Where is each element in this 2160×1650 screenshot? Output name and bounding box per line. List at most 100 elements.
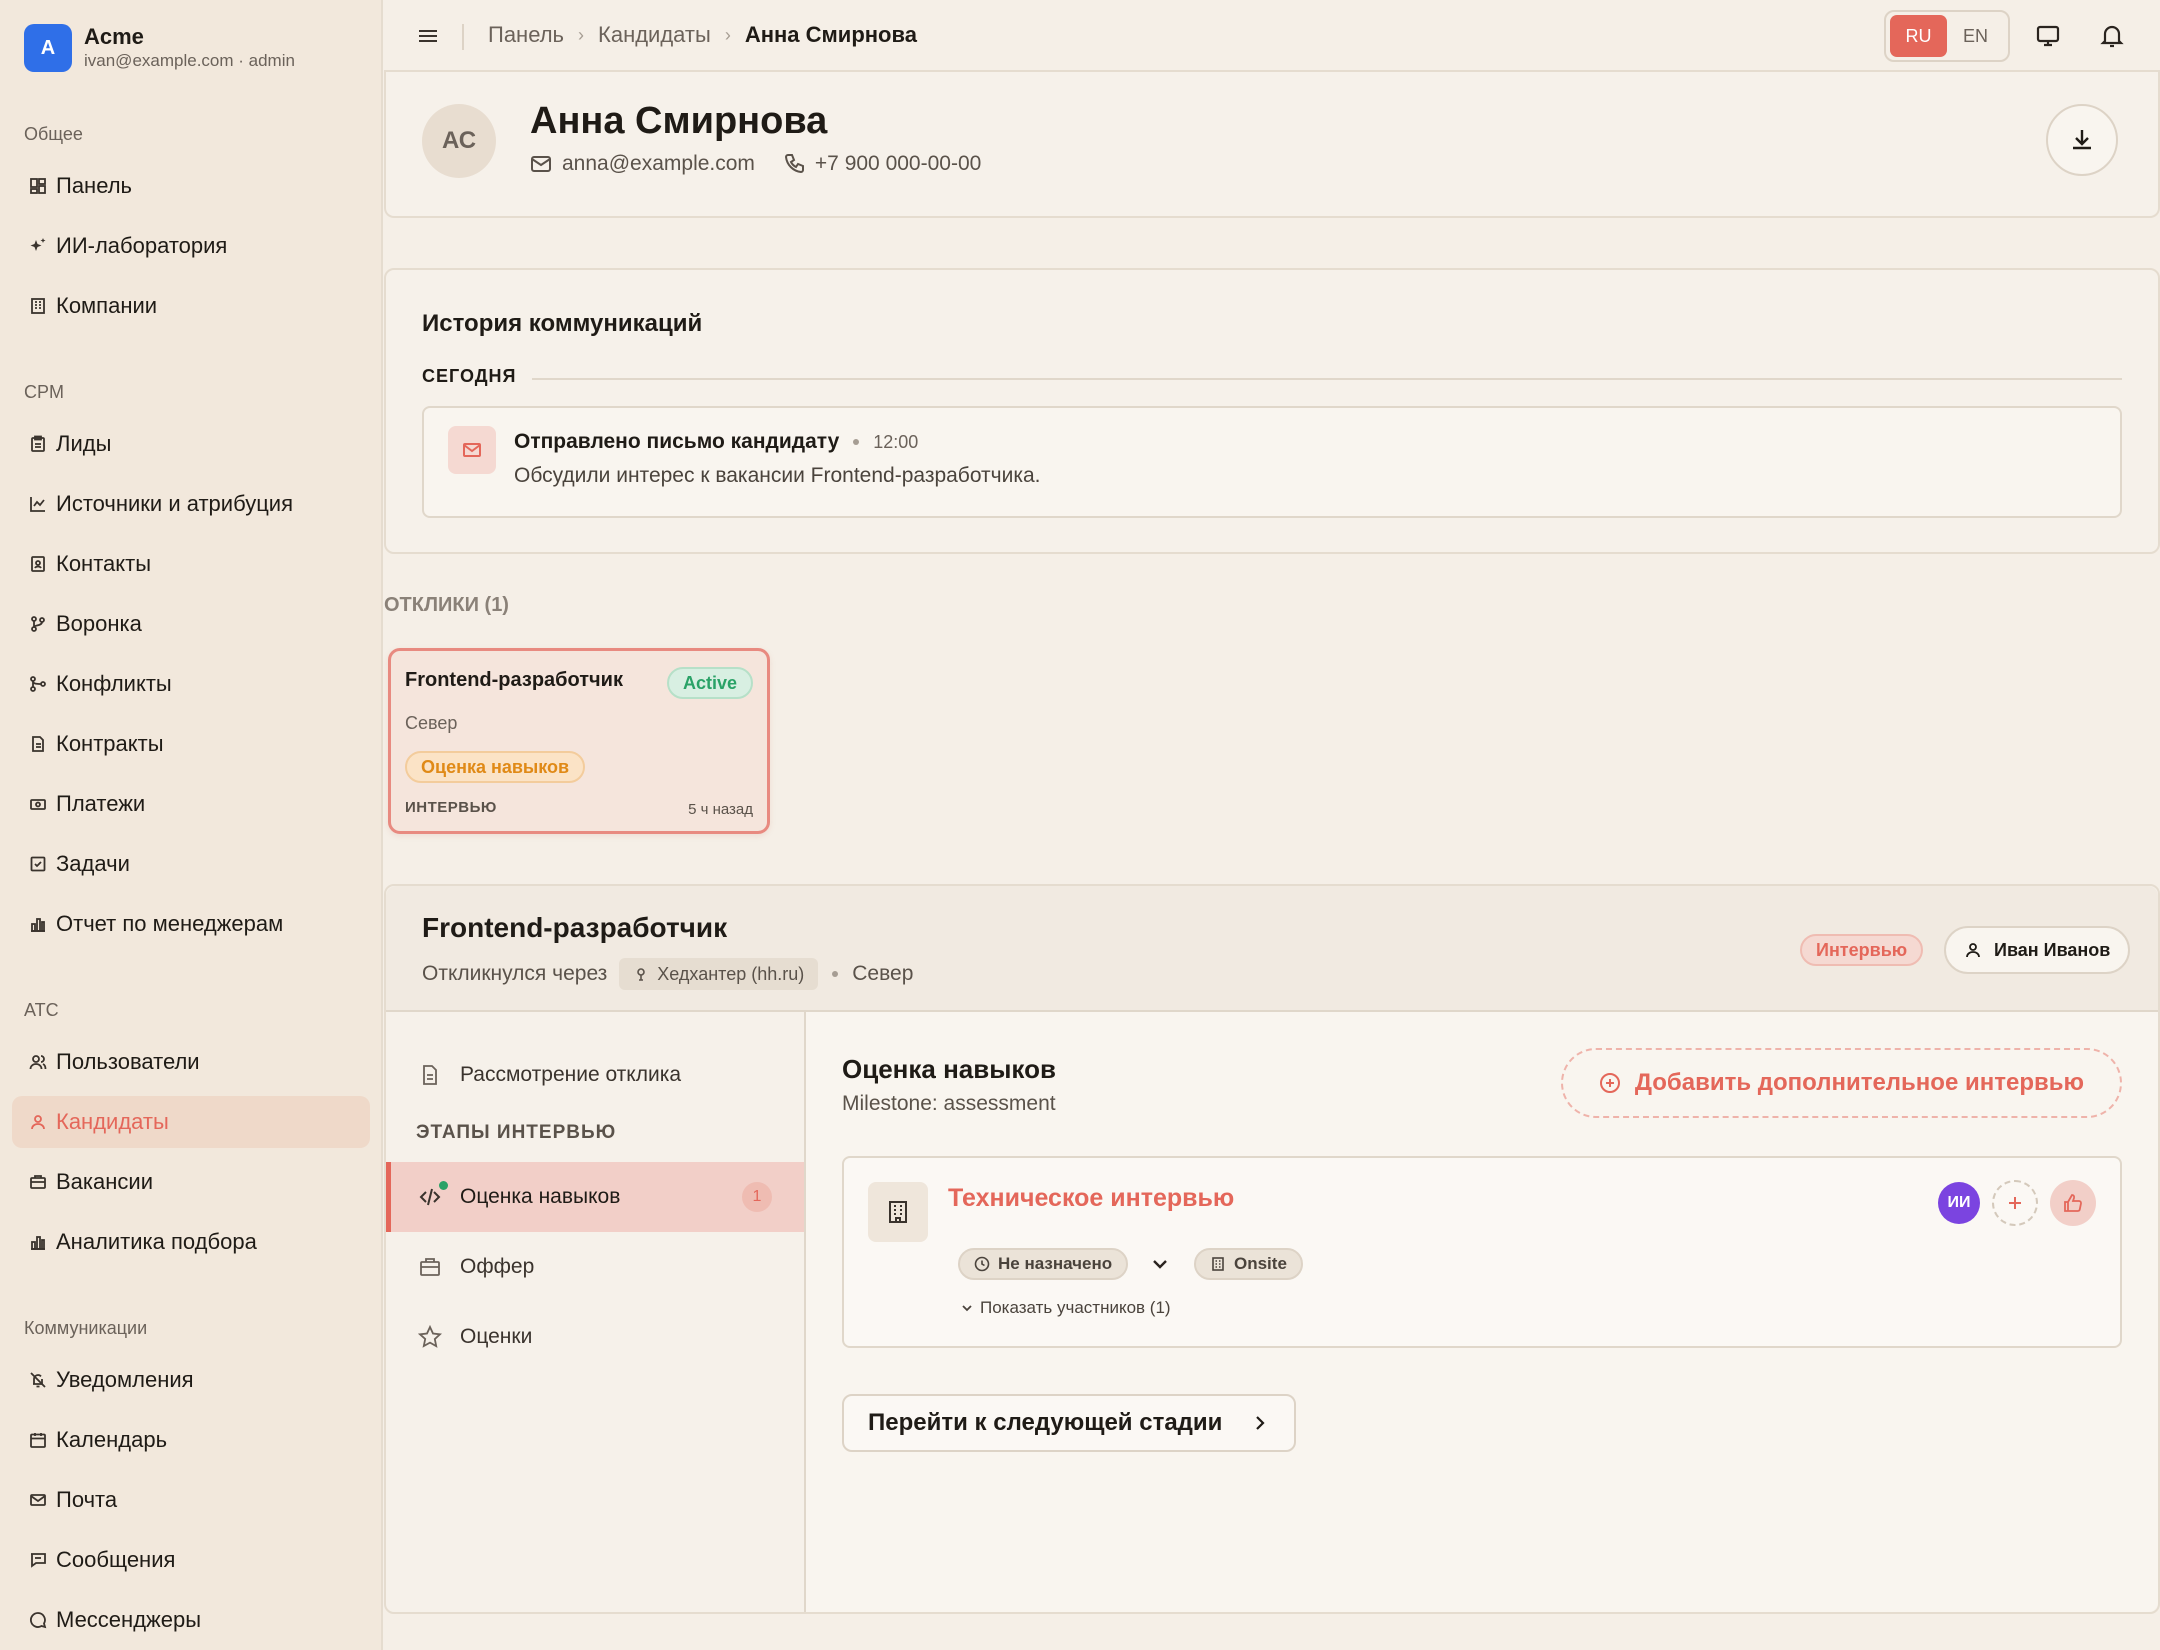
candidate-name: Анна Смирнова — [530, 100, 828, 142]
candidate-avatar: АС — [422, 104, 496, 178]
application-source: Откликнулся через Хедхантер (hh.ru) Севе… — [422, 958, 913, 990]
candidate-phone[interactable]: +7 900 000-00-00 — [783, 152, 981, 176]
sidebar-item-tasks[interactable]: Задачи — [12, 838, 370, 890]
sidebar-item-candidates[interactable]: Кандидаты — [12, 1096, 370, 1148]
sidebar-item-sources[interactable]: Источники и атрибуция — [12, 478, 370, 530]
chevron-right-icon: › — [578, 24, 585, 45]
code-icon — [416, 1181, 448, 1211]
sidebar-item-messages[interactable]: Сообщения — [12, 1534, 370, 1586]
sidebar-item-companies[interactable]: Компании — [12, 280, 370, 332]
language-switcher: RU EN — [1884, 10, 2010, 62]
application-card[interactable]: Frontend-разработчик Active Север Оценка… — [388, 648, 770, 834]
language-ru-button[interactable]: RU — [1890, 15, 1947, 57]
stage-detail: Оценка навыков Milestone: assessment Доб… — [806, 1012, 2158, 1612]
interview-card: Техническое интервью Не назначено Onsite… — [842, 1156, 2122, 1348]
stage-ratings[interactable]: Оценки — [386, 1302, 804, 1372]
format-pill[interactable]: Onsite — [1194, 1248, 1303, 1280]
sidebar-item-conflicts[interactable]: Конфликты — [12, 658, 370, 710]
sidebar: A Acme ivan@example.com · admin Общее Па… — [0, 0, 383, 1650]
sidebar-item-recruiting-analytics[interactable]: Аналитика подбора — [12, 1216, 370, 1268]
breadcrumb: Панель › Кандидаты › Анна Смирнова — [488, 22, 917, 48]
chevron-right-icon — [1256, 1416, 1265, 1430]
thumbs-up-button[interactable] — [2050, 1180, 2096, 1226]
calendar-icon — [26, 1428, 50, 1452]
source-icon — [637, 968, 646, 981]
message-square-icon — [26, 1548, 50, 1572]
sidebar-item-label: Панель — [56, 173, 133, 198]
source-chip: Хедхантер (hh.ru) — [619, 958, 819, 990]
thumbs-up-icon — [2064, 1194, 2082, 1212]
plus-icon — [2009, 1197, 2021, 1209]
plus-circle-icon — [1599, 1073, 1620, 1093]
sidebar-item-label: Календарь — [56, 1427, 168, 1452]
sidebar-item-contacts[interactable]: Контакты — [12, 538, 370, 590]
sidebar-item-ai-lab[interactable]: ИИ-лаборатория — [12, 220, 370, 272]
user-icon — [1966, 943, 1980, 958]
sidebar-item-label: Вакансии — [56, 1169, 153, 1194]
git-branch-icon — [26, 612, 50, 636]
sidebar-item-calendar[interactable]: Календарь — [12, 1414, 370, 1466]
sidebar-item-contracts[interactable]: Контракты — [12, 718, 370, 770]
download-button[interactable] — [2046, 104, 2118, 176]
chevron-down-icon — [962, 1305, 972, 1312]
stage-offer[interactable]: Оффер — [386, 1232, 804, 1302]
sidebar-item-dashboard[interactable]: Панель — [12, 160, 370, 212]
sidebar-item-messengers[interactable]: Мессенджеры — [12, 1594, 370, 1646]
chart-line-icon — [26, 492, 50, 516]
schedule-pill[interactable]: Не назначено — [958, 1248, 1129, 1280]
next-stage-button[interactable]: Перейти к следующей стадии — [842, 1394, 1297, 1452]
sidebar-item-funnel[interactable]: Воронка — [12, 598, 370, 650]
event-title: Отправлено письмо кандидату 12:00 — [514, 430, 919, 453]
sidebar-item-manager-report[interactable]: Отчет по менеджерам — [12, 898, 370, 950]
sidebar-item-label: Задачи — [56, 851, 130, 876]
divider — [462, 24, 464, 50]
show-participants-toggle[interactable]: Показать участников (1) — [960, 1298, 1171, 1318]
sidebar-item-label: Кандидаты — [56, 1109, 169, 1134]
breadcrumb-dashboard[interactable]: Панель — [488, 22, 564, 48]
sidebar-item-label: Платежи — [56, 791, 146, 816]
chevron-right-icon: › — [724, 24, 731, 45]
breadcrumb-current: Анна Смирнова — [744, 22, 917, 47]
sidebar-item-payments[interactable]: Платежи — [12, 778, 370, 830]
communication-event[interactable]: Отправлено письмо кандидату 12:00 Обсуди… — [422, 406, 2122, 518]
participant-avatar[interactable]: ИИ — [1938, 1182, 1980, 1224]
bell-icon[interactable] — [2098, 22, 2126, 50]
interview-title[interactable]: Техническое интервью — [948, 1184, 1234, 1213]
mail-icon — [26, 1488, 50, 1512]
sidebar-toggle-icon[interactable] — [414, 22, 442, 50]
document-icon — [416, 1061, 444, 1089]
add-interview-button[interactable]: Добавить дополнительное интервью — [1560, 1048, 2122, 1118]
sidebar-item-leads[interactable]: Лиды — [12, 418, 370, 470]
monitor-icon[interactable] — [2034, 22, 2062, 50]
nav-group-general: Общее — [24, 124, 83, 144]
status-badge: Интервью — [1800, 934, 1924, 966]
sidebar-item-mail[interactable]: Почта — [12, 1474, 370, 1526]
workspace-switcher[interactable]: A Acme ivan@example.com · admin — [24, 24, 295, 72]
bar-chart-icon — [26, 1230, 50, 1254]
stage-list: Рассмотрение отклика ЭТАПЫ ИНТЕРВЬЮ Оцен… — [386, 1012, 806, 1612]
sidebar-item-label: Отчет по менеджерам — [56, 911, 284, 936]
owner-button[interactable]: Иван Иванов — [1944, 926, 2131, 974]
stage-count-badge: 1 — [742, 1182, 772, 1212]
stage-skill-assessment[interactable]: Оценка навыков 1 — [386, 1162, 804, 1232]
stage-milestone: Milestone: assessment — [842, 1092, 1056, 1115]
add-participant-button[interactable] — [1992, 1180, 2038, 1226]
breadcrumb-candidates[interactable]: Кандидаты — [598, 22, 711, 48]
application-title: Frontend-разработчик — [405, 669, 623, 691]
language-en-button[interactable]: EN — [1947, 15, 2004, 57]
clipboard-icon — [26, 432, 50, 456]
download-icon — [2073, 130, 2091, 150]
sidebar-item-vacancies[interactable]: Вакансии — [12, 1156, 370, 1208]
chevron-down-icon[interactable] — [1148, 1252, 1172, 1276]
sidebar-item-notifications[interactable]: Уведомления — [12, 1354, 370, 1406]
sidebar-item-label: Почта — [56, 1487, 118, 1512]
sidebar-item-label: Сообщения — [56, 1547, 176, 1572]
divider — [532, 378, 2122, 380]
sidebar-item-users[interactable]: Пользователи — [12, 1036, 370, 1088]
stage-review[interactable]: Рассмотрение отклика — [386, 1040, 804, 1110]
sidebar-item-label: Пользователи — [56, 1049, 200, 1074]
nav-group-atc: ATC — [24, 1000, 59, 1020]
candidate-email[interactable]: anna@example.com — [530, 152, 755, 176]
section-title: История коммуникаций — [422, 310, 703, 337]
top-bar: Панель › Кандидаты › Анна Смирнова RU EN — [384, 0, 2160, 72]
